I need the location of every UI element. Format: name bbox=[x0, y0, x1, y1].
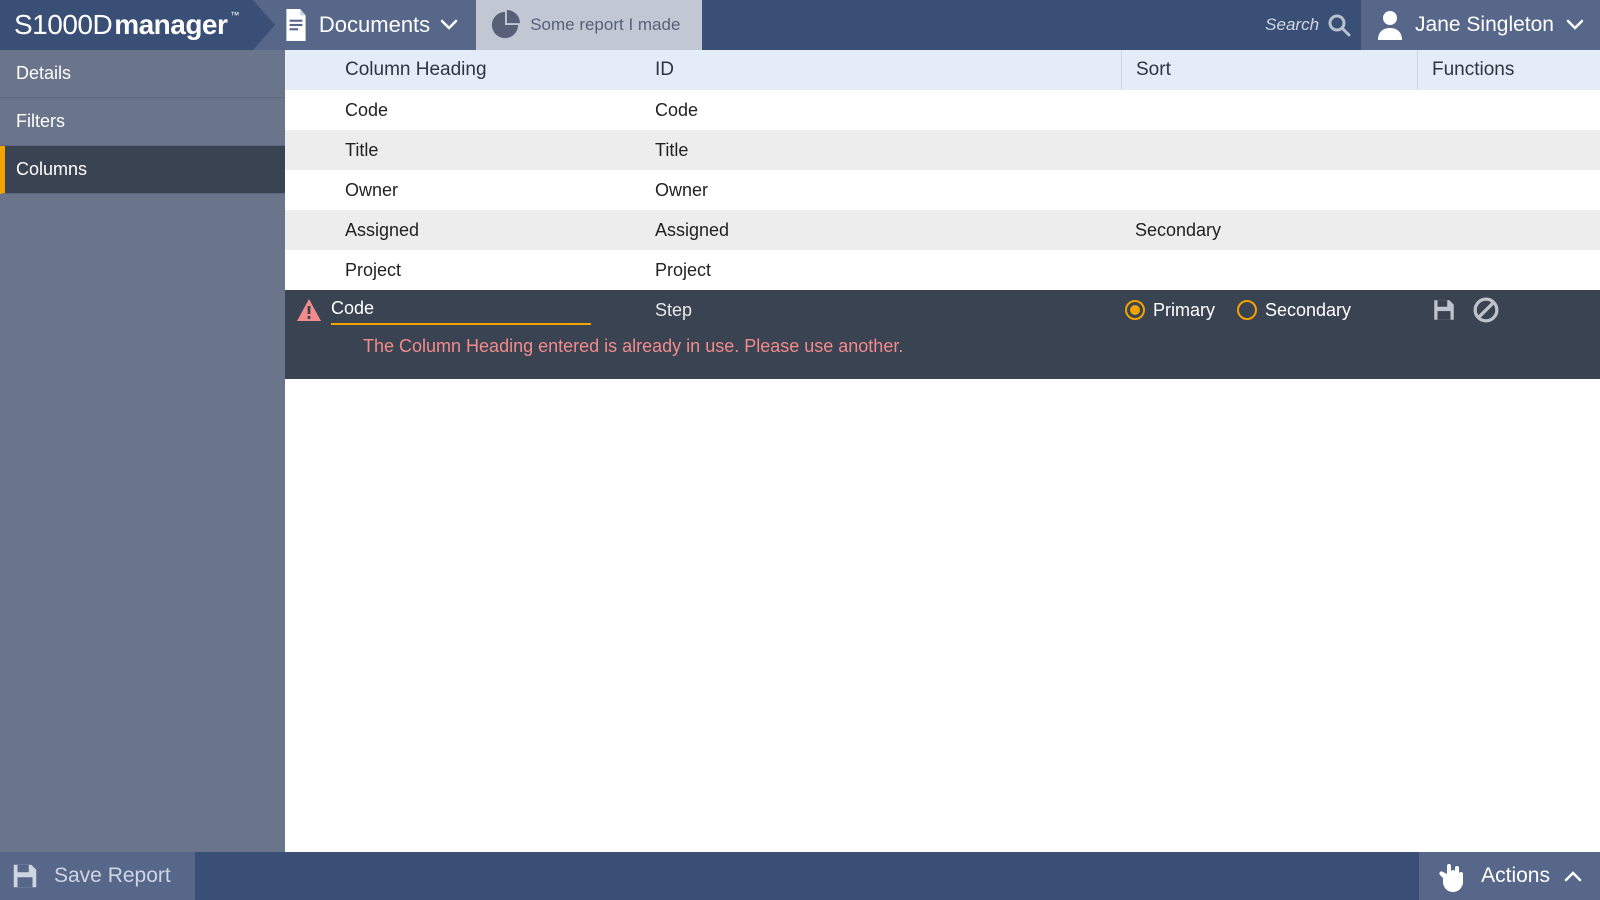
sidebar-item-filters[interactable]: Filters bbox=[0, 98, 285, 146]
sidebar-item-label: Filters bbox=[16, 111, 65, 132]
search-icon bbox=[1327, 13, 1351, 37]
table-row[interactable]: Code Code bbox=[285, 90, 1600, 130]
table-row[interactable]: Owner Owner bbox=[285, 170, 1600, 210]
cell-id: Code bbox=[641, 100, 1121, 121]
actions-menu[interactable]: Actions bbox=[1419, 852, 1600, 900]
cell-heading: Project bbox=[331, 260, 641, 281]
nav-documents-label: Documents bbox=[319, 12, 430, 38]
table-edit-row: Step Primary Secondary bbox=[285, 290, 1600, 379]
actions-label: Actions bbox=[1481, 864, 1550, 888]
sidebar-item-columns[interactable]: Columns bbox=[0, 146, 285, 194]
search-label: Search bbox=[1265, 15, 1319, 35]
user-name-label: Jane Singleton bbox=[1415, 13, 1554, 37]
save-icon bbox=[10, 861, 40, 891]
save-report-button[interactable]: Save Report bbox=[0, 852, 195, 900]
table-header-row: Column Heading ID Sort Functions bbox=[285, 50, 1600, 90]
hand-icon bbox=[1437, 860, 1469, 892]
cell-heading: Title bbox=[331, 140, 641, 161]
nav-report-label: Some report I made bbox=[530, 15, 680, 35]
cell-id: Owner bbox=[641, 180, 1121, 201]
nav-report-tab[interactable]: Some report I made bbox=[476, 0, 702, 50]
edit-row-id: Step bbox=[641, 300, 1121, 321]
cell-id: Title bbox=[641, 140, 1121, 161]
sidebar-item-label: Columns bbox=[16, 159, 87, 180]
column-heading-input[interactable] bbox=[331, 296, 591, 325]
cell-heading: Owner bbox=[331, 180, 641, 201]
cell-sort: Secondary bbox=[1121, 220, 1417, 241]
edit-row-error-message: The Column Heading entered is already in… bbox=[363, 336, 1600, 357]
save-report-label: Save Report bbox=[54, 864, 171, 888]
cell-heading: Code bbox=[331, 100, 641, 121]
chevron-down-icon bbox=[1566, 19, 1584, 31]
cell-id: Assigned bbox=[641, 220, 1121, 241]
sort-primary-label: Primary bbox=[1153, 300, 1215, 321]
pie-chart-icon bbox=[490, 10, 520, 40]
cancel-row-icon[interactable] bbox=[1473, 297, 1499, 323]
table-row[interactable]: Project Project bbox=[285, 250, 1600, 290]
search-trigger[interactable]: Search bbox=[1265, 0, 1361, 50]
table-header-sort: Sort bbox=[1121, 50, 1417, 90]
table-header-functions: Functions bbox=[1417, 50, 1600, 90]
logo-chevron-divider bbox=[253, 0, 275, 50]
logo-text-bold: manager bbox=[114, 9, 227, 41]
table-header-id: ID bbox=[641, 59, 1121, 81]
sidebar: Details Filters Columns bbox=[0, 50, 285, 852]
cell-heading: Assigned bbox=[331, 220, 641, 241]
chevron-up-icon bbox=[1564, 870, 1582, 882]
app-logo: S1000Dmanager™ bbox=[0, 0, 253, 50]
logo-tm: ™ bbox=[230, 10, 239, 20]
nav-documents-dropdown[interactable]: Documents bbox=[253, 0, 476, 50]
warning-icon bbox=[285, 299, 331, 321]
sidebar-item-details[interactable]: Details bbox=[0, 50, 285, 98]
user-menu[interactable]: Jane Singleton bbox=[1361, 0, 1600, 50]
logo-text-light: S1000D bbox=[14, 9, 112, 41]
sidebar-item-label: Details bbox=[16, 63, 71, 84]
user-icon bbox=[1377, 10, 1403, 40]
sort-secondary-label: Secondary bbox=[1265, 300, 1351, 321]
document-icon bbox=[283, 9, 309, 41]
chevron-down-icon bbox=[440, 19, 458, 31]
sort-secondary-radio[interactable]: Secondary bbox=[1237, 300, 1351, 321]
save-row-icon[interactable] bbox=[1431, 297, 1457, 323]
table-row[interactable]: Assigned Assigned Secondary bbox=[285, 210, 1600, 250]
sort-primary-radio[interactable]: Primary bbox=[1125, 300, 1215, 321]
table-row[interactable]: Title Title bbox=[285, 130, 1600, 170]
table-header-heading: Column Heading bbox=[331, 59, 641, 81]
cell-id: Project bbox=[641, 260, 1121, 281]
